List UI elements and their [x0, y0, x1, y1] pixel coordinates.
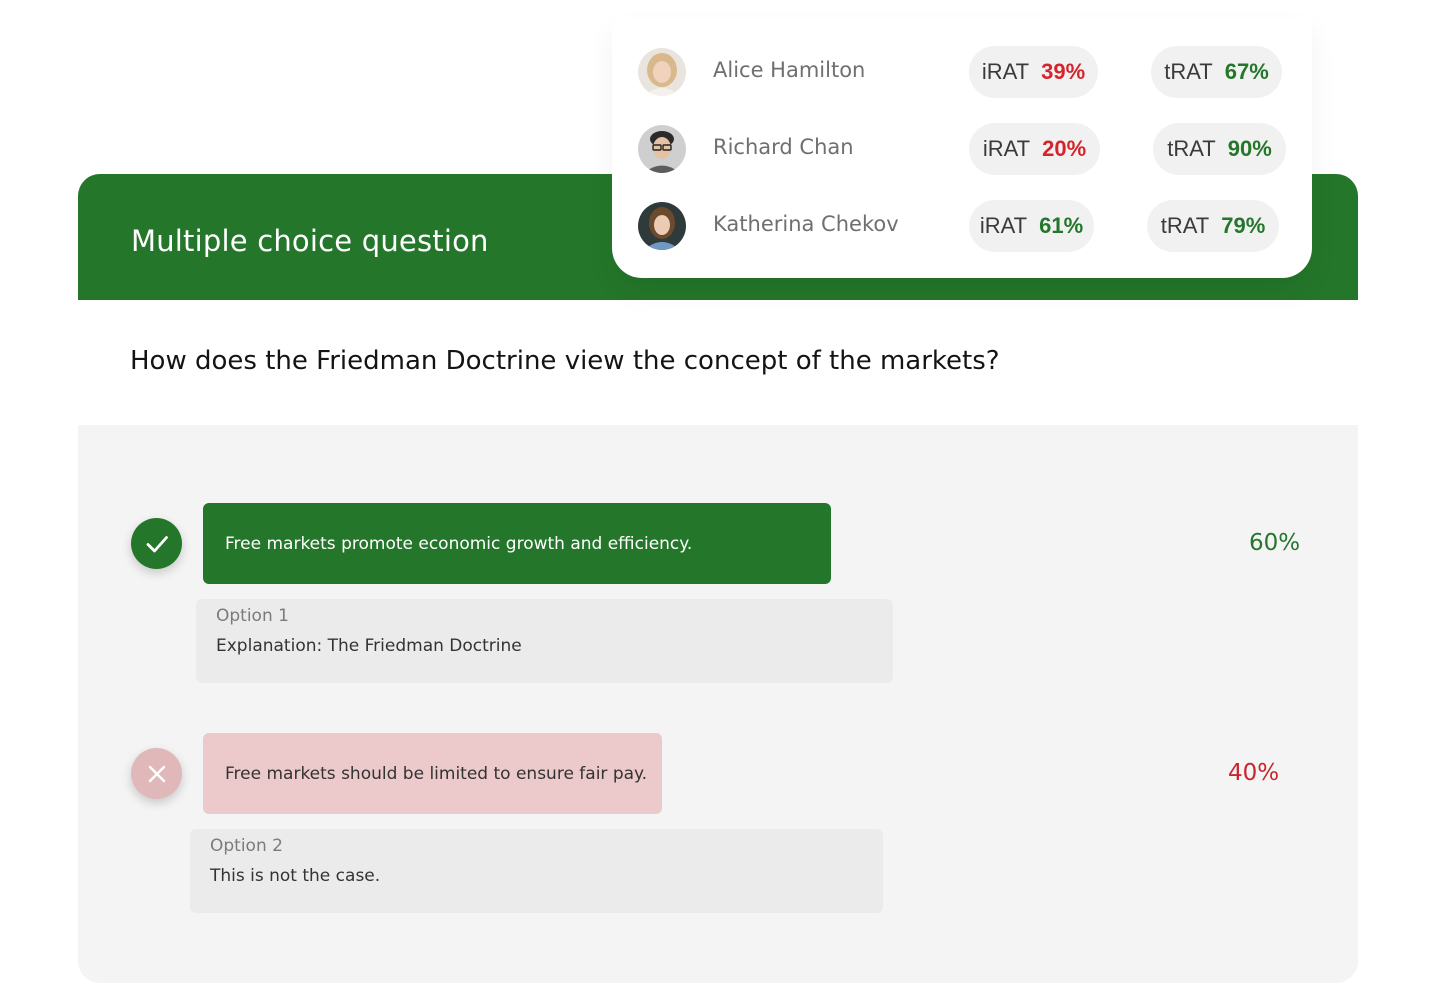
- close-icon: [131, 748, 182, 799]
- student-name: Katherina Chekov: [713, 212, 899, 236]
- check-icon: [131, 518, 182, 569]
- trat-label: tRAT: [1164, 59, 1213, 84]
- student-name: Alice Hamilton: [713, 58, 866, 82]
- trat-label: tRAT: [1160, 213, 1210, 238]
- answer-option-correct[interactable]: Free markets promote economic growth and…: [203, 503, 831, 584]
- trat-value: 79%: [1221, 213, 1266, 238]
- explanation-text: This is not the case.: [210, 866, 381, 886]
- explanation-box: Option 2 This is not the case.: [190, 829, 883, 913]
- irat-value: 61%: [1039, 213, 1084, 238]
- page-title: Multiple choice question: [131, 224, 489, 258]
- trat-score-pill: tRAT 67%: [1151, 46, 1282, 98]
- trat-label: tRAT: [1167, 136, 1216, 161]
- irat-score-pill: iRAT 61%: [969, 200, 1094, 252]
- answer-percent: 60%: [1249, 530, 1301, 556]
- trat-value: 90%: [1227, 136, 1272, 161]
- student-row[interactable]: Alice Hamilton iRAT 39% tRAT 67%: [612, 42, 1312, 102]
- avatar: [638, 202, 686, 250]
- irat-label: iRAT: [981, 59, 1030, 84]
- irat-value: 39%: [1041, 59, 1086, 84]
- irat-value: 20%: [1042, 136, 1087, 161]
- irat-score-pill: iRAT 20%: [969, 123, 1100, 175]
- trat-score-pill: tRAT 90%: [1153, 123, 1286, 175]
- explanation-text: Explanation: The Friedman Doctrine: [216, 636, 522, 656]
- student-name: Richard Chan: [713, 135, 854, 159]
- question-text: How does the Friedman Doctrine view the …: [130, 346, 1000, 376]
- answer-option-text: Free markets should be limited to ensure…: [225, 763, 648, 784]
- avatar: [638, 125, 686, 173]
- answer-option-incorrect[interactable]: Free markets should be limited to ensure…: [203, 733, 662, 814]
- explanation-box: Option 1 Explanation: The Friedman Doctr…: [196, 599, 893, 683]
- student-row[interactable]: Richard Chan iRAT 20% tRAT 90%: [612, 119, 1312, 179]
- answer-percent: 40%: [1228, 760, 1280, 786]
- irat-label: iRAT: [979, 213, 1028, 238]
- trat-score-pill: tRAT 79%: [1147, 200, 1279, 252]
- answer-option-text: Free markets promote economic growth and…: [225, 533, 693, 554]
- trat-value: 67%: [1224, 59, 1269, 84]
- option-label: Option 2: [210, 836, 283, 856]
- irat-score-pill: iRAT 39%: [969, 46, 1098, 98]
- option-label: Option 1: [216, 606, 289, 626]
- avatar: [638, 48, 686, 96]
- irat-label: iRAT: [982, 136, 1031, 161]
- student-row[interactable]: Katherina Chekov iRAT 61% tRAT 79%: [612, 196, 1312, 256]
- student-scores-card: Alice Hamilton iRAT 39% tRAT 67% Richard…: [612, 18, 1312, 278]
